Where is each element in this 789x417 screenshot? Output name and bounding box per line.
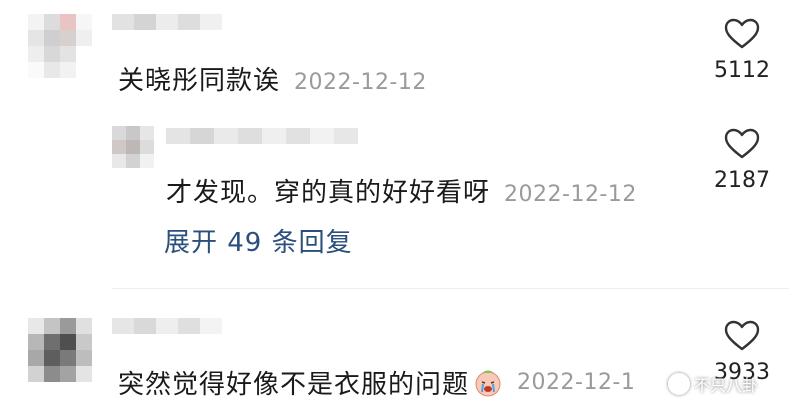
username-blurred[interactable] — [112, 14, 222, 30]
like-count: 5112 — [714, 58, 770, 83]
wechat-logo-icon — [668, 373, 690, 395]
watermark-text: 不只八卦 — [694, 376, 759, 395]
like-count: 2187 — [714, 168, 770, 193]
heart-icon[interactable] — [724, 320, 760, 352]
avatar[interactable] — [112, 126, 154, 168]
comment-text: 关晓彤同款诶 — [118, 66, 281, 96]
divider — [112, 288, 789, 289]
crying-face-icon — [475, 370, 501, 396]
comment-date: 2022-12-12 — [504, 182, 637, 207]
comment-text: 才发现。穿的真的好好看呀 — [166, 178, 491, 208]
username-blurred[interactable] — [166, 128, 358, 144]
username-blurred[interactable] — [112, 318, 222, 334]
watermark: 不只八卦 — [668, 372, 758, 396]
comment-date: 2022-12-1 — [517, 370, 636, 395]
heart-icon[interactable] — [724, 18, 760, 50]
expand-replies-link[interactable]: 展开 49 条回复 — [164, 222, 353, 259]
avatar[interactable] — [28, 318, 92, 382]
heart-icon[interactable] — [724, 128, 760, 160]
comment-date: 2022-12-12 — [294, 70, 427, 95]
avatar[interactable] — [28, 14, 92, 78]
comment-text: 突然觉得好像不是衣服的问题 — [118, 370, 470, 400]
